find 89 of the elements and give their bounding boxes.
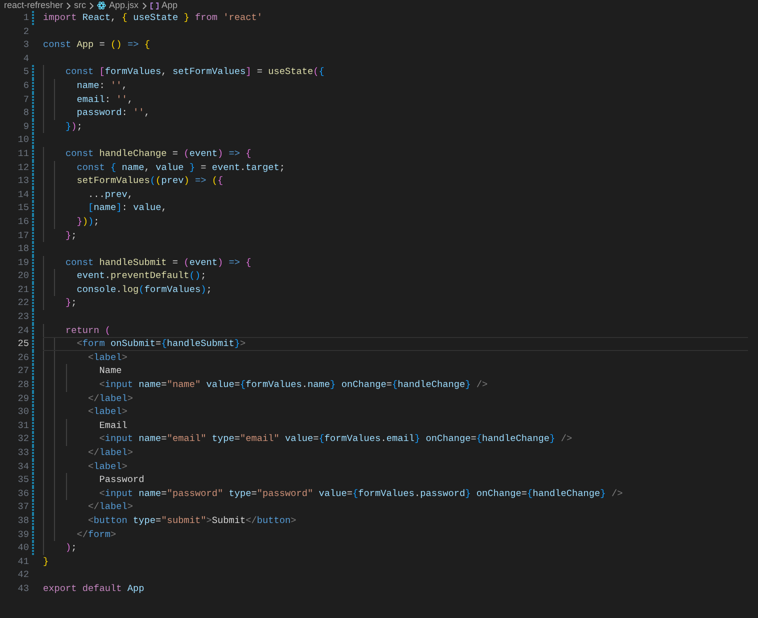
line-number: 20 [16, 269, 29, 283]
brackets-icon [150, 2, 159, 10]
line-number: 22 [16, 296, 29, 310]
code-line: }; [64, 228, 77, 242]
line-number: 27 [16, 364, 29, 378]
line-number: 15 [16, 201, 29, 215]
line-number: 17 [16, 228, 29, 242]
code-line: <input name="password" type="password" value={formValues.password} onChange={handleChange} /> [98, 486, 623, 500]
code-line: [name]: value, [87, 201, 167, 215]
breadcrumb-item[interactable]: App.jsx [109, 0, 139, 11]
line-number: 9 [22, 120, 29, 134]
line-number: 40 [16, 541, 29, 555]
line-number: 41 [16, 554, 29, 568]
code-line: const handleSubmit = (event) => { [64, 256, 252, 270]
code-line: Password [98, 473, 144, 487]
code-line: Name [98, 364, 122, 378]
code-line: export default App [43, 582, 144, 596]
line-number: 5 [22, 65, 29, 79]
line-number: 13 [16, 174, 29, 188]
line-number: 33 [16, 446, 29, 460]
line-number: 3 [22, 38, 29, 52]
line-number: 12 [16, 160, 29, 174]
chevron-right-icon [142, 2, 147, 10]
code-line: const handleChange = (event) => { [64, 146, 252, 161]
line-number: 4 [22, 52, 29, 66]
code-line: <label> [87, 350, 128, 364]
line-number: 38 [16, 514, 29, 528]
code-line: </label> [87, 500, 134, 514]
line-number: 23 [16, 310, 29, 324]
atom-icon [97, 1, 106, 10]
breadcrumb-item[interactable]: App [162, 0, 178, 11]
code-line: </label> [87, 392, 134, 406]
breadcrumb-item[interactable]: src [74, 0, 86, 11]
line-number: 24 [16, 324, 29, 338]
line-number: 30 [16, 405, 29, 419]
code-line: event.preventDefault(); [76, 269, 206, 283]
line-number: 8 [22, 106, 29, 120]
line-number: 2 [22, 24, 29, 38]
line-number: 21 [16, 282, 29, 296]
code-line: Email [98, 418, 128, 432]
line-number: 18 [16, 242, 29, 256]
line-number: 10 [16, 133, 29, 147]
line-number: 42 [16, 568, 29, 582]
code-line: <form onSubmit={handleSubmit}> [76, 337, 246, 351]
line-number: 39 [16, 528, 29, 542]
code-line: const { name, value } = event.target; [76, 160, 286, 174]
line-number: 34 [16, 460, 29, 474]
code-line: <label> [87, 460, 128, 474]
line-number: 43 [16, 582, 29, 596]
code-line: })); [76, 214, 100, 228]
code-line: const App = () => { [43, 38, 150, 52]
code-line: email: '', [76, 92, 134, 106]
line-number: 7 [22, 92, 29, 106]
code-line: </label> [87, 446, 134, 460]
code-line: setFormValues((prev) => ({ [76, 174, 224, 188]
line-number: 25 [16, 337, 29, 351]
code-line: <button type="submit">Submit</button> [87, 514, 296, 528]
code-line: const [formValues, setFormValues] = useState({ [64, 65, 324, 79]
code-line: <label> [87, 405, 128, 419]
line-number: 37 [16, 500, 29, 514]
line-number: 19 [16, 256, 29, 270]
line-number: 26 [16, 350, 29, 364]
line-number: 6 [22, 78, 29, 93]
code-line: import React, { useState } from 'react' [43, 11, 262, 25]
code-line: ...prev, [87, 188, 134, 202]
code-line: password: '', [76, 106, 150, 120]
code-line: return ( [64, 324, 111, 338]
chevron-right-icon [89, 2, 94, 10]
code-line: } [43, 554, 49, 568]
code-line: name: '', [76, 78, 128, 93]
code-line: </form> [76, 528, 116, 542]
line-number: 11 [16, 146, 29, 161]
code-line: <input name="name" value={formValues.name} onChange={handleChange} /> [98, 378, 488, 392]
line-number: 36 [16, 486, 29, 500]
line-number: 28 [16, 378, 29, 392]
line-number: 29 [16, 392, 29, 406]
line-number: 16 [16, 214, 29, 228]
line-number: 31 [16, 418, 29, 432]
line-number: 14 [16, 188, 29, 202]
code-line: }; [64, 296, 77, 310]
line-number: 32 [16, 432, 29, 446]
chevron-right-icon [66, 2, 72, 10]
code-line: console.log(formValues); [76, 282, 212, 296]
code-line: }); [64, 120, 82, 134]
code-line: ); [64, 541, 77, 555]
line-number: 1 [22, 11, 29, 25]
line-number: 35 [16, 473, 29, 487]
breadcrumb-item[interactable]: react-refresher [4, 0, 64, 11]
code-line: <input name="email" type="email" value={formValues.email} onChange={handleChange} /> [98, 432, 572, 446]
